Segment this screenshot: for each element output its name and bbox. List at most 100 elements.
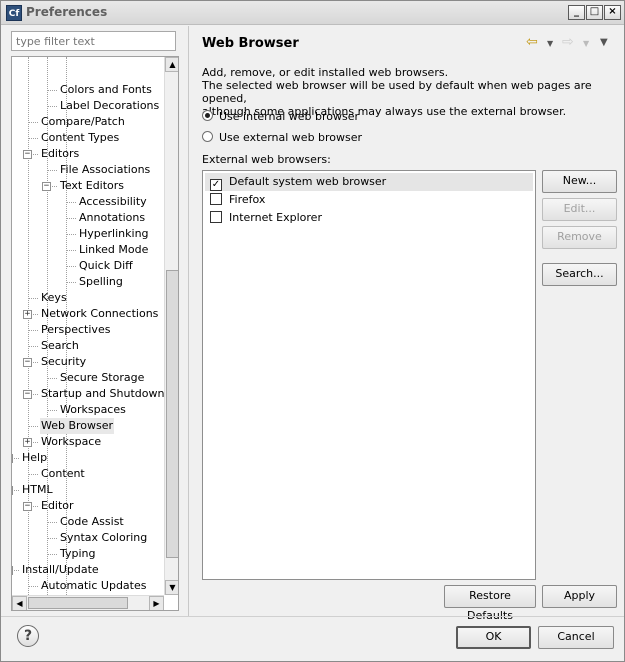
- back-arrow-icon[interactable]: ⇦: [526, 34, 538, 50]
- checkbox-icon[interactable]: [210, 193, 222, 205]
- maximize-button[interactable]: □: [586, 5, 603, 20]
- tree-item-label: File Associations: [60, 163, 151, 176]
- forward-arrow-icon: ⇨: [562, 34, 574, 50]
- tree-item-label: Secure Storage: [60, 371, 145, 384]
- browser-item[interactable]: Firefox: [205, 191, 533, 209]
- scroll-left-icon[interactable]: ◀: [12, 596, 27, 610]
- browser-label: Firefox: [229, 193, 266, 206]
- title-bar[interactable]: Cf Preferences _ □ ×: [1, 1, 624, 25]
- tree-item[interactable]: Accessibility: [12, 194, 164, 210]
- tree-connector: [28, 426, 38, 427]
- back-menu-chevron-icon[interactable]: ▼: [547, 39, 553, 48]
- tree-item-label: Hyperlinking: [79, 227, 149, 240]
- tree-item[interactable]: Colors and Fonts: [12, 82, 164, 98]
- tree-connector: [28, 346, 38, 347]
- tree-item[interactable]: −Install/Update: [12, 562, 164, 578]
- view-menu-icon[interactable]: ▼: [600, 37, 608, 48]
- collapse-icon[interactable]: −: [23, 502, 32, 511]
- edit-button: Edit...: [542, 198, 617, 221]
- collapse-icon[interactable]: −: [42, 182, 51, 191]
- tree-item[interactable]: −Help: [12, 450, 164, 466]
- radio-selected-icon[interactable]: [202, 110, 213, 121]
- tree-connector: [66, 250, 76, 251]
- scroll-down-icon[interactable]: ▼: [165, 580, 178, 595]
- ok-button[interactable]: OK: [456, 626, 531, 649]
- tree-vertical-scrollbar[interactable]: ▲ ▼: [164, 57, 178, 595]
- tree-item[interactable]: Linked Mode: [12, 242, 164, 258]
- tree-item-label: Security: [41, 355, 87, 368]
- collapse-icon[interactable]: −: [23, 150, 32, 159]
- hscroll-thumb[interactable]: [28, 597, 128, 609]
- collapse-icon[interactable]: −: [12, 566, 13, 575]
- radio-external-browser[interactable]: Use external web browser: [202, 130, 362, 146]
- tree-connector: [47, 410, 57, 411]
- tree-item[interactable]: Label Decorations: [12, 98, 164, 114]
- filter-input[interactable]: [11, 31, 176, 51]
- expand-icon[interactable]: +: [23, 438, 32, 447]
- tree-item-label: Web Browser: [40, 418, 115, 434]
- close-button[interactable]: ×: [604, 5, 621, 20]
- expand-icon[interactable]: +: [23, 310, 32, 319]
- tree-item[interactable]: Automatic Updates: [12, 578, 164, 594]
- collapse-icon[interactable]: −: [23, 358, 32, 367]
- scroll-thumb[interactable]: [166, 270, 178, 558]
- tree-item[interactable]: − Startup and Shutdown: [12, 386, 164, 402]
- tree-item-label: Label Decorations: [60, 99, 160, 112]
- tree-item[interactable]: −HTML: [12, 482, 164, 498]
- tree-item[interactable]: Compare/Patch: [12, 114, 164, 130]
- collapse-icon[interactable]: −: [23, 390, 32, 399]
- footer-divider: [1, 616, 624, 617]
- tree-item[interactable]: + Network Connections: [12, 306, 164, 322]
- tree-horizontal-scrollbar[interactable]: ◀ ▶: [12, 595, 164, 610]
- tree-item[interactable]: Typing: [12, 546, 164, 562]
- tree-item-label: Quick Diff: [79, 259, 133, 272]
- tree-item-label: Install/Update: [22, 563, 99, 576]
- collapse-icon[interactable]: −: [12, 486, 13, 495]
- tree-item[interactable]: Hyperlinking: [12, 226, 164, 242]
- radio-internal-browser[interactable]: Use internal web browser: [202, 109, 359, 125]
- tree-item[interactable]: Search: [12, 338, 164, 354]
- tree-item[interactable]: Workspaces: [12, 402, 164, 418]
- apply-button[interactable]: Apply: [542, 585, 617, 608]
- restore-defaults-button[interactable]: Restore Defaults: [444, 585, 536, 622]
- tree-item[interactable]: − Text Editors: [12, 178, 164, 194]
- tree-item[interactable]: Content Types: [12, 130, 164, 146]
- browser-item[interactable]: ✓ Default system web browser: [205, 173, 533, 191]
- tree-item[interactable]: Keys: [12, 290, 164, 306]
- tree-item-label: Spelling: [79, 275, 123, 288]
- remove-button: Remove: [542, 226, 617, 249]
- new-button[interactable]: New...: [542, 170, 617, 193]
- scroll-right-icon[interactable]: ▶: [149, 596, 164, 610]
- tree-item-label: Editors: [41, 147, 80, 160]
- tree-item[interactable]: Secure Storage: [12, 370, 164, 386]
- minimize-button[interactable]: _: [568, 5, 585, 20]
- tree-item[interactable]: − Security: [12, 354, 164, 370]
- tree-item[interactable]: − Editors: [12, 146, 164, 162]
- radio-internal-label: Use internal web browser: [219, 110, 360, 123]
- radio-unselected-icon[interactable]: [202, 131, 213, 142]
- tree-connector: [28, 138, 38, 139]
- help-icon[interactable]: ?: [17, 625, 39, 647]
- navigation-pane: Colors and Fonts Label Decorations Compare…: [7, 26, 187, 616]
- tree-item[interactable]: Perspectives: [12, 322, 164, 338]
- collapse-icon[interactable]: −: [12, 454, 13, 463]
- tree-item[interactable]: Content: [12, 466, 164, 482]
- tree-item[interactable]: File Associations: [12, 162, 164, 178]
- tree-item[interactable]: Code Assist: [12, 514, 164, 530]
- tree-item[interactable]: Spelling: [12, 274, 164, 290]
- browser-item[interactable]: Internet Explorer: [205, 209, 533, 227]
- cancel-button[interactable]: Cancel: [538, 626, 614, 649]
- tree-item[interactable]: + Workspace: [12, 434, 164, 450]
- tree-item[interactable]: Web Browser: [12, 418, 164, 434]
- checkbox-icon[interactable]: [210, 211, 222, 223]
- checkbox-checked-icon[interactable]: ✓: [210, 179, 222, 191]
- search-button[interactable]: Search...: [542, 263, 617, 286]
- tree-connector: [66, 234, 76, 235]
- tree-item[interactable]: Annotations: [12, 210, 164, 226]
- tree-item[interactable]: Syntax Coloring: [12, 530, 164, 546]
- scroll-up-icon[interactable]: ▲: [165, 57, 178, 72]
- preference-tree: Colors and Fonts Label Decorations Compare…: [11, 56, 179, 611]
- tree-item[interactable]: − Editor: [12, 498, 164, 514]
- tree-item-label: Workspaces: [60, 403, 126, 416]
- tree-item[interactable]: Quick Diff: [12, 258, 164, 274]
